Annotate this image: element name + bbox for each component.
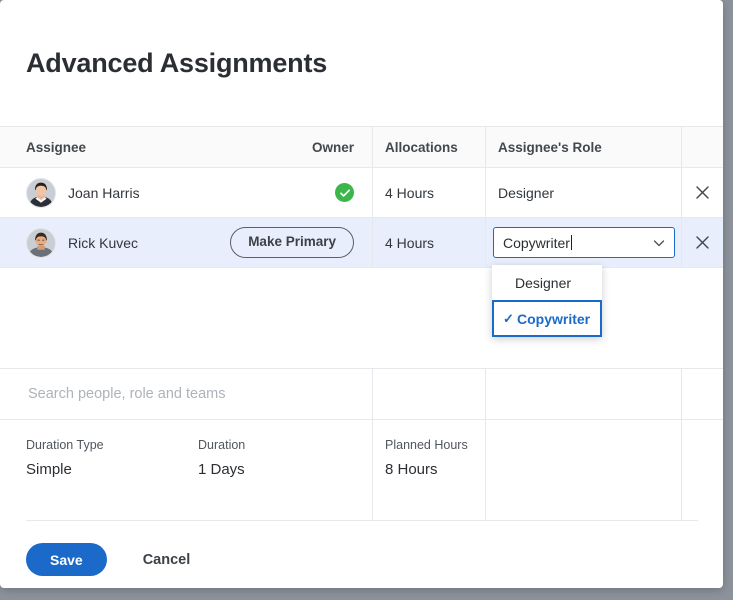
search-cell [0,369,372,419]
dialog-footer: Save Cancel [26,543,196,576]
table-row[interactable]: Joan Harris 4 Hours Designer [0,168,723,218]
role-option-tick: ✓ [503,310,514,326]
allocations-cell: 4 Hours [372,168,485,217]
role-value: Designer [498,184,555,201]
role-option-label: Designer [515,274,572,291]
column-header-allocations-label: Allocations [385,139,458,155]
table-header-row: Assignee Owner Allocations Assignee's Ro… [0,126,723,168]
footer-divider [26,520,698,521]
remove-assignee-icon[interactable] [691,231,715,255]
search-row-spacer-action [681,369,723,419]
check-circle-icon[interactable] [335,183,354,202]
role-select-value: Copywriter [503,234,572,251]
search-row-spacer-allocations [372,369,485,419]
column-header-owner-label: Owner [311,139,354,155]
details-main: Duration Type Simple Duration 1 Days [0,420,372,520]
avatar [26,177,56,208]
role-option-copywriter[interactable]: ✓ Copywriter [492,300,602,337]
column-header-assignee: Assignee [0,140,236,155]
duration-type-label: Duration Type [26,438,104,452]
cancel-button[interactable]: Cancel [137,551,197,569]
search-input[interactable] [26,385,372,403]
column-header-role: Assignee's Role [485,127,681,167]
assignee-cell: Rick Kuvec [0,227,236,258]
details-row: Duration Type Simple Duration 1 Days Pla… [0,420,723,520]
column-header-allocations: Allocations [372,127,485,167]
duration-field: Duration 1 Days [198,438,245,478]
role-cell[interactable]: Copywriter [485,218,681,267]
search-row-spacer-role [485,369,681,419]
row-action-cell [681,218,723,267]
duration-type-value[interactable]: Simple [26,461,104,478]
details-spacer-action [681,420,723,520]
details-spacer-role [485,420,681,520]
role-cell[interactable]: Designer [485,168,681,217]
role-select-input[interactable]: Copywriter [493,227,675,258]
advanced-assignments-dialog: Advanced Assignments Assignee Owner Allo… [0,0,723,588]
planned-hours-column: Planned Hours 8 Hours [372,420,485,520]
table-row[interactable]: Rick Kuvec Make Primary 4 Hours Copywrit… [0,218,723,268]
duration-label: Duration [198,438,246,452]
assignee-cell: Joan Harris [0,177,236,208]
avatar [26,227,56,258]
owner-cell [236,183,372,202]
search-row [0,368,723,420]
make-primary-button[interactable]: Make Primary [230,227,354,258]
column-header-action [681,127,723,167]
assignee-name: Joan Harris [68,184,140,201]
planned-hours-field: Planned Hours 8 Hours [385,438,468,478]
column-header-assignee-label: Assignee [26,139,87,155]
allocations-value: 4 Hours [385,234,435,251]
role-option-label: Copywriter [517,310,591,327]
role-option-designer[interactable]: Designer [492,265,602,300]
row-action-cell [681,168,723,217]
text-caret [570,234,572,250]
planned-hours-value[interactable]: 8 Hours [385,461,468,478]
screen: Advanced Assignments Assignee Owner Allo… [0,0,733,600]
chevron-down-icon[interactable] [652,236,666,250]
allocations-value: 4 Hours [385,184,435,201]
column-header-role-label: Assignee's Role [498,139,602,155]
remove-assignee-icon[interactable] [691,181,715,205]
assignee-name: Rick Kuvec [68,234,139,251]
assignments-table: Assignee Owner Allocations Assignee's Ro… [0,126,723,268]
column-header-owner: Owner [236,140,372,155]
planned-hours-label: Planned Hours [385,438,468,452]
owner-cell: Make Primary [230,227,372,258]
page-title: Advanced Assignments [26,48,328,78]
role-dropdown-menu[interactable]: Designer ✓ Copywriter [492,265,602,337]
save-button[interactable]: Save [26,543,107,576]
allocations-cell: 4 Hours [372,218,485,267]
duration-value[interactable]: 1 Days [198,461,245,478]
duration-type-field: Duration Type Simple [26,438,104,478]
